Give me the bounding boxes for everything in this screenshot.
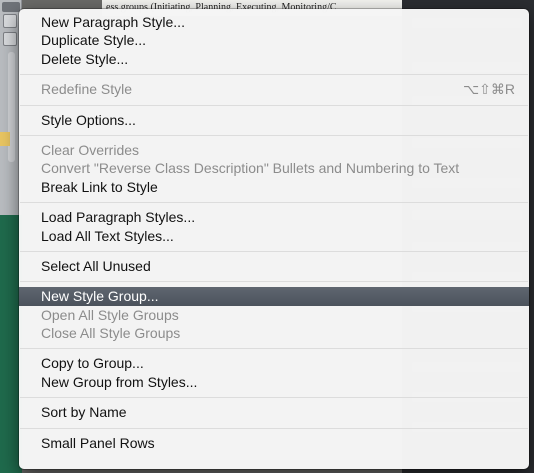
menu-separator bbox=[19, 196, 529, 208]
menu-item-label: Convert "Reverse Class Description" Bull… bbox=[41, 160, 460, 177]
menu-item-open-all-style-groups: Open All Style Groups bbox=[19, 306, 529, 324]
menu-item-label: Duplicate Style... bbox=[41, 32, 147, 49]
menu-item-duplicate-style[interactable]: Duplicate Style... bbox=[19, 31, 529, 49]
menu-item-label: Sort by Name bbox=[41, 404, 127, 421]
menu-item-label: Open All Style Groups bbox=[41, 306, 179, 323]
menu-separator bbox=[19, 129, 529, 141]
menu-item-clear-overrides: Clear Overrides bbox=[19, 141, 529, 159]
menu-item-label: Select All Unused bbox=[41, 257, 151, 274]
menu-item-label: Load All Text Styles... bbox=[41, 227, 174, 244]
menu-separator bbox=[19, 422, 529, 434]
menu-item-sort-by-name[interactable]: Sort by Name bbox=[19, 403, 529, 421]
menu-item-label: Load Paragraph Styles... bbox=[41, 209, 196, 226]
menu-item-new-group-from-styles[interactable]: New Group from Styles... bbox=[19, 373, 529, 391]
lightning-icon[interactable] bbox=[3, 32, 17, 46]
menu-item-style-options[interactable]: Style Options... bbox=[19, 111, 529, 129]
menu-item-small-panel-rows[interactable]: Small Panel Rows bbox=[19, 434, 529, 452]
collapse-tab[interactable] bbox=[2, 2, 20, 12]
menu-item-label: New Paragraph Style... bbox=[41, 14, 185, 30]
menu-item-label: Clear Overrides bbox=[41, 141, 140, 158]
menu-item-redefine-style: Redefine Style ⌥⇧⌘R bbox=[19, 80, 529, 98]
menu-item-label: Copy to Group... bbox=[41, 355, 144, 372]
menu-separator bbox=[19, 391, 529, 403]
menu-item-load-all-text-styles[interactable]: Load All Text Styles... bbox=[19, 227, 529, 245]
menu-item-select-all-unused[interactable]: Select All Unused bbox=[19, 257, 529, 275]
menu-item-shortcut: ⌥⇧⌘R bbox=[463, 81, 515, 98]
menu-separator bbox=[19, 245, 529, 257]
paragraph-styles-panel-menu: New Paragraph Style... Duplicate Style...… bbox=[19, 9, 529, 469]
menu-separator bbox=[19, 275, 529, 287]
menu-item-label: Style Options... bbox=[41, 111, 136, 128]
menu-item-close-all-style-groups: Close All Style Groups bbox=[19, 324, 529, 342]
menu-separator bbox=[19, 342, 529, 354]
menu-item-label: Delete Style... bbox=[41, 50, 129, 67]
menu-item-new-paragraph-style[interactable]: New Paragraph Style... bbox=[19, 13, 529, 31]
menu-item-copy-to-group[interactable]: Copy to Group... bbox=[19, 354, 529, 372]
menu-item-break-link-to-style[interactable]: Break Link to Style bbox=[19, 178, 529, 196]
menu-item-load-paragraph-styles[interactable]: Load Paragraph Styles... bbox=[19, 208, 529, 226]
menu-item-label: Redefine Style bbox=[41, 81, 133, 98]
menu-item-label: Small Panel Rows bbox=[41, 434, 155, 451]
menu-item-label: New Style Group... bbox=[41, 288, 159, 305]
menu-separator bbox=[19, 68, 529, 80]
menu-item-convert-reverse-class-description-bullet: Convert "Reverse Class Description" Bull… bbox=[19, 159, 529, 177]
menu-item-label: New Group from Styles... bbox=[41, 373, 198, 390]
menu-item-delete-style[interactable]: Delete Style... bbox=[19, 50, 529, 68]
panel-menu-button[interactable] bbox=[3, 14, 17, 28]
menu-item-new-style-group[interactable]: New Style Group... bbox=[19, 287, 529, 306]
menu-item-label: Close All Style Groups bbox=[41, 325, 181, 342]
menu-item-label: Break Link to Style bbox=[41, 178, 158, 195]
style-swatch bbox=[0, 132, 10, 146]
menu-separator bbox=[19, 99, 529, 111]
